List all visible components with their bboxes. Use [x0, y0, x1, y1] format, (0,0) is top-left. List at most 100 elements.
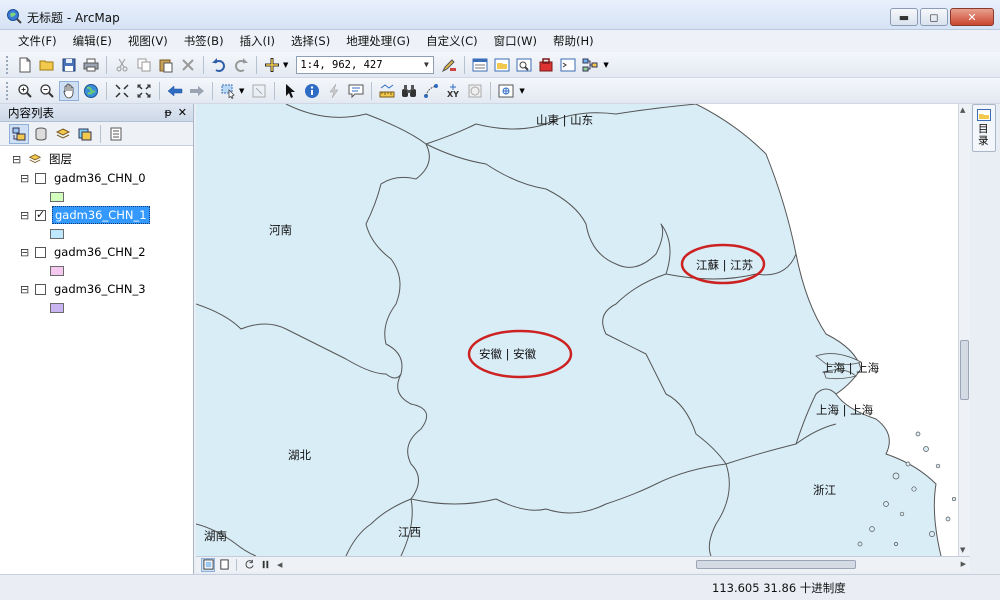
redo-button[interactable]	[231, 55, 251, 75]
select-features-dropdown-icon[interactable]: ▼	[239, 87, 244, 95]
go-to-xy-button[interactable]: XY	[443, 81, 463, 101]
add-data-button[interactable]	[262, 55, 282, 75]
map-drawing[interactable]	[196, 104, 970, 556]
data-view-button[interactable]	[201, 557, 215, 572]
layer-symbol-swatch[interactable]	[50, 265, 64, 276]
collapse-icon[interactable]: ⊟	[20, 210, 29, 221]
create-viewer-window-button[interactable]	[496, 81, 516, 101]
copy-button[interactable]	[134, 55, 154, 75]
cut-button[interactable]	[112, 55, 132, 75]
toc-close-icon[interactable]: ✕	[178, 106, 187, 119]
scroll-down-icon[interactable]: ▼	[960, 546, 965, 554]
layer-row[interactable]: ⊟ gadm36_CHN_3	[12, 280, 193, 298]
print-button[interactable]	[81, 55, 101, 75]
delete-button[interactable]	[178, 55, 198, 75]
paste-button[interactable]	[156, 55, 176, 75]
scale-dropdown-icon[interactable]: ▼	[419, 57, 433, 73]
full-extent-button[interactable]	[81, 81, 101, 101]
toolbar-overflow-icon[interactable]: ▼	[603, 61, 608, 69]
toolbar-grip[interactable]	[6, 55, 10, 74]
map-canvas[interactable]: 山東 | 山东 河南 江蘇 | 江苏 安徽 | 安徽 上海 | 上海 上海 | …	[196, 104, 970, 556]
menu-file[interactable]: 文件(F)	[10, 30, 65, 52]
editor-toolbar-button[interactable]	[439, 55, 459, 75]
list-by-drawing-order-button[interactable]	[9, 123, 29, 144]
layer-visibility-checkbox[interactable]	[35, 208, 46, 221]
hyperlink-button[interactable]	[324, 81, 344, 101]
layer-row[interactable]: ⊟ gadm36_CHN_2	[12, 243, 193, 261]
find-button[interactable]	[399, 81, 419, 101]
fixed-zoom-out-button[interactable]	[134, 81, 154, 101]
menu-help[interactable]: 帮助(H)	[545, 30, 602, 52]
layers-root[interactable]: ⊟ 图层	[12, 150, 193, 168]
minimize-button[interactable]: ▬	[890, 8, 918, 26]
html-popup-button[interactable]	[346, 81, 366, 101]
layer-name[interactable]: gadm36_CHN_1	[52, 206, 150, 224]
catalog-side-tab[interactable]: 目录	[972, 104, 996, 152]
layer-visibility-checkbox[interactable]	[35, 172, 46, 184]
zoom-out-button[interactable]	[37, 81, 57, 101]
go-forward-extent-button[interactable]	[187, 81, 207, 101]
layer-symbol-swatch[interactable]	[50, 228, 64, 239]
menu-insert[interactable]: 插入(I)	[232, 30, 283, 52]
menu-bookmarks[interactable]: 书签(B)	[176, 30, 232, 52]
layer-row[interactable]: ⊟ gadm36_CHN_1	[12, 206, 193, 224]
vertical-scroll-thumb[interactable]	[960, 340, 969, 400]
layer-visibility-checkbox[interactable]	[35, 283, 46, 295]
time-slider-button[interactable]	[465, 81, 485, 101]
layer-symbol-swatch[interactable]	[50, 302, 64, 313]
collapse-icon[interactable]: ⊟	[12, 154, 21, 165]
list-by-selection-button[interactable]	[75, 124, 95, 144]
horizontal-scroll-thumb[interactable]	[696, 560, 856, 569]
collapse-icon[interactable]: ⊟	[20, 247, 29, 258]
zoom-in-button[interactable]	[15, 81, 35, 101]
toolbar-grip[interactable]	[6, 81, 10, 100]
map-scale-input[interactable]: 1:4, 962, 427 ▼	[296, 55, 435, 74]
find-route-button[interactable]	[421, 81, 441, 101]
menu-geoprocessing[interactable]: 地理处理(G)	[338, 30, 418, 52]
menu-view[interactable]: 视图(V)	[120, 30, 176, 52]
layer-name[interactable]: gadm36_CHN_3	[52, 281, 148, 297]
measure-button[interactable]	[377, 81, 397, 101]
maximize-button[interactable]: ◻	[920, 8, 948, 26]
collapse-icon[interactable]: ⊟	[20, 284, 29, 295]
scroll-right-icon[interactable]: ▶	[961, 560, 966, 568]
open-button[interactable]	[37, 55, 57, 75]
menu-edit[interactable]: 编辑(E)	[65, 30, 120, 52]
layer-visibility-checkbox[interactable]	[35, 246, 46, 258]
pause-drawing-button[interactable]	[258, 558, 272, 572]
refresh-button[interactable]	[242, 558, 256, 572]
menu-windows[interactable]: 窗口(W)	[486, 30, 545, 52]
clear-selection-button[interactable]	[249, 81, 269, 101]
layer-name[interactable]: gadm36_CHN_0	[52, 170, 148, 186]
menu-selection[interactable]: 选择(S)	[283, 30, 338, 52]
close-button[interactable]: ✕	[950, 8, 994, 26]
catalog-window-button[interactable]	[492, 55, 512, 75]
scroll-up-icon[interactable]: ▲	[960, 106, 965, 114]
pan-button[interactable]	[59, 80, 79, 101]
fixed-zoom-in-button[interactable]	[112, 81, 132, 101]
layer-row[interactable]: ⊟ gadm36_CHN_0	[12, 169, 193, 187]
arctoolbox-button[interactable]	[536, 55, 556, 75]
menu-customize[interactable]: 自定义(C)	[418, 30, 486, 52]
add-data-dropdown-icon[interactable]: ▼	[283, 61, 288, 69]
identify-button[interactable]	[302, 81, 322, 101]
save-button[interactable]	[59, 55, 79, 75]
list-by-visibility-button[interactable]	[53, 124, 73, 144]
undo-button[interactable]	[209, 55, 229, 75]
select-elements-button[interactable]	[280, 81, 300, 101]
pin-icon[interactable]: ᵽ	[164, 106, 171, 119]
list-by-source-button[interactable]	[31, 124, 51, 144]
scroll-left-icon[interactable]: ◀	[277, 561, 282, 569]
viewer-dropdown-icon[interactable]: ▼	[519, 87, 524, 95]
table-of-contents-button[interactable]	[470, 55, 490, 75]
map-vertical-scrollbar[interactable]: ▲ ▼	[958, 104, 970, 556]
new-document-button[interactable]	[15, 55, 35, 75]
select-features-button[interactable]	[218, 81, 238, 101]
go-back-extent-button[interactable]	[165, 81, 185, 101]
python-window-button[interactable]	[558, 55, 578, 75]
search-window-button[interactable]	[514, 55, 534, 75]
collapse-icon[interactable]: ⊟	[20, 173, 29, 184]
layout-view-button[interactable]	[217, 558, 231, 572]
layer-symbol-swatch[interactable]	[50, 191, 64, 202]
layer-name[interactable]: gadm36_CHN_2	[52, 244, 148, 260]
